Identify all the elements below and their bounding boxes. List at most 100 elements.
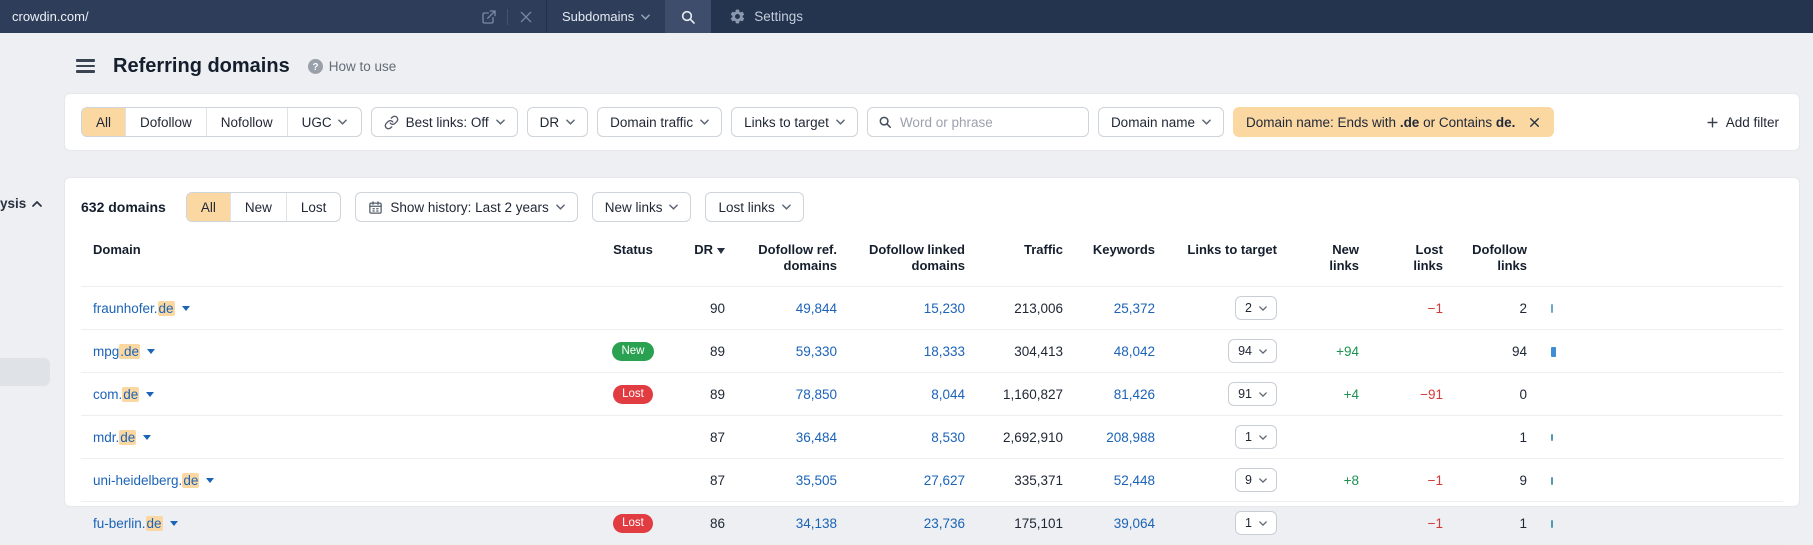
status-badge: Lost [613, 513, 653, 533]
dr-filter-dropdown[interactable]: DR [526, 107, 589, 137]
col-dofollow-ref-domains[interactable]: Dofollow ref. domains [737, 236, 849, 287]
domain-link[interactable]: fraunhofer.de [93, 300, 175, 316]
show-history-dropdown[interactable]: Show history: Last 2 years [355, 192, 578, 222]
domain-traffic-filter-dropdown[interactable]: Domain traffic [597, 107, 723, 137]
links-to-target-select[interactable]: 1 [1235, 425, 1277, 449]
col-traffic[interactable]: Traffic [977, 236, 1075, 287]
table-row: fraunhofer.de 90 49,844 15,230 213,006 25,372… [81, 287, 1783, 330]
chevron-down-icon [1259, 305, 1267, 311]
keywords-value[interactable]: 39,064 [1075, 502, 1167, 545]
new-links-value [1289, 502, 1371, 545]
target-url-box [0, 0, 546, 33]
table-row: uni-heidelberg.de 87 35,505 27,627 335,371 52… [81, 459, 1783, 502]
add-filter-button[interactable]: Add filter [1706, 115, 1783, 130]
dofollow-ref-domains-value[interactable]: 78,850 [737, 373, 849, 416]
new-links-value: +8 [1343, 472, 1359, 488]
tab-nofollow[interactable]: Nofollow [205, 108, 287, 136]
domain-dropdown-caret[interactable] [169, 520, 178, 526]
domain-name-filter-dropdown[interactable]: Domain name [1097, 107, 1224, 137]
dofollow-links-value: 1 [1519, 429, 1527, 445]
keywords-value[interactable]: 52,448 [1075, 459, 1167, 502]
domain-dropdown-caret[interactable] [147, 348, 156, 354]
dr-filter-label: DR [539, 114, 560, 130]
dofollow-ref-domains-value[interactable]: 36,484 [737, 416, 849, 459]
referring-domains-panel: 632 domains All New Lost Show history: L… [64, 177, 1800, 545]
active-filter-chip: Domain name: Ends with .de or Contains d… [1232, 107, 1555, 137]
best-links-label: Best links: Off [405, 114, 489, 130]
tab-ugc[interactable]: UGC [286, 108, 361, 136]
sidebar-item-partial[interactable]: ysis [0, 196, 43, 211]
dofollow-linked-domains-value[interactable]: 27,627 [849, 459, 977, 502]
lost-links-dropdown[interactable]: Lost links [705, 192, 804, 222]
settings-button[interactable]: Settings [729, 0, 803, 33]
word-search-input[interactable] [899, 114, 1078, 130]
keywords-value[interactable]: 48,042 [1075, 330, 1167, 373]
col-dr[interactable]: DR [675, 236, 737, 287]
links-history-bar [1551, 519, 1553, 528]
domain-dropdown-caret[interactable] [143, 434, 152, 440]
links-to-target-select[interactable]: 91 [1228, 382, 1277, 406]
links-to-target-select[interactable]: 94 [1228, 339, 1277, 363]
divider [507, 8, 508, 25]
dofollow-linked-domains-value[interactable]: 18,333 [849, 330, 977, 373]
lost-links-value: −1 [1427, 300, 1443, 316]
chevron-down-icon [1259, 520, 1267, 526]
menu-icon[interactable] [76, 59, 95, 73]
keywords-value[interactable]: 25,372 [1075, 287, 1167, 330]
domain-dropdown-caret[interactable] [181, 305, 190, 311]
sidebar-partial-chip[interactable] [0, 358, 50, 386]
chevron-down-icon [1259, 348, 1267, 354]
links-to-target-select[interactable]: 9 [1235, 468, 1277, 492]
col-dofollow-linked-domains[interactable]: Dofollow linked domains [849, 236, 977, 287]
dofollow-ref-domains-value[interactable]: 35,505 [737, 459, 849, 502]
tab-all-links[interactable]: All [82, 108, 126, 136]
dofollow-ref-domains-value[interactable]: 59,330 [737, 330, 849, 373]
dofollow-linked-domains-value[interactable]: 8,044 [849, 373, 977, 416]
lost-links-value [1371, 330, 1455, 373]
target-url-input[interactable] [12, 9, 471, 24]
lost-links-value: −1 [1427, 515, 1443, 531]
dofollow-linked-domains-value[interactable]: 23,736 [849, 502, 977, 545]
col-lost-links[interactable]: Lost links [1371, 236, 1455, 287]
domain-link[interactable]: com.de [93, 386, 140, 402]
new-links-dropdown[interactable]: New links [591, 192, 692, 222]
tab-status-new[interactable]: New [229, 193, 286, 221]
dofollow-ref-domains-value[interactable]: 49,844 [737, 287, 849, 330]
remove-filter-button[interactable] [1515, 107, 1554, 137]
domain-link[interactable]: uni-heidelberg.de [93, 472, 200, 488]
keywords-value[interactable]: 81,426 [1075, 373, 1167, 416]
keywords-value[interactable]: 208,988 [1075, 416, 1167, 459]
links-to-target-filter-dropdown[interactable]: Links to target [731, 107, 858, 137]
scope-mode-dropdown[interactable]: Subdomains [546, 0, 666, 33]
clear-url-icon[interactable] [518, 9, 534, 25]
dofollow-linked-domains-value[interactable]: 15,230 [849, 287, 977, 330]
tab-dofollow[interactable]: Dofollow [125, 108, 206, 136]
dofollow-ref-domains-value[interactable]: 34,138 [737, 502, 849, 545]
search-button[interactable] [665, 0, 712, 33]
links-history-bar [1551, 476, 1553, 485]
col-keywords[interactable]: Keywords [1075, 236, 1167, 287]
col-status: Status [613, 242, 653, 257]
col-spark [1539, 236, 1585, 287]
tab-status-lost[interactable]: Lost [285, 193, 341, 221]
dofollow-linked-domains-value[interactable]: 8,530 [849, 416, 977, 459]
domain-link[interactable]: mpg.de [93, 343, 141, 359]
tab-status-all[interactable]: All [186, 193, 230, 221]
links-to-target-select[interactable]: 1 [1235, 511, 1277, 535]
domain-dropdown-caret[interactable] [206, 477, 215, 483]
topbar: Subdomains Settings [0, 0, 1813, 33]
col-links-to-target[interactable]: Links to target [1167, 236, 1289, 287]
dofollow-links-value: 9 [1519, 472, 1527, 488]
best-links-dropdown[interactable]: Best links: Off [370, 107, 518, 137]
domain-link[interactable]: fu-berlin.de [93, 515, 163, 531]
col-new-links[interactable]: New links [1289, 236, 1371, 287]
how-to-use-link[interactable]: ? How to use [307, 58, 396, 74]
links-to-target-select[interactable]: 2 [1235, 296, 1277, 320]
domain-link[interactable]: mdr.de [93, 429, 137, 445]
chevron-down-icon [781, 204, 791, 210]
dr-value: 89 [709, 386, 725, 402]
col-dofollow-links[interactable]: Dofollow links [1455, 236, 1539, 287]
external-link-icon[interactable] [481, 9, 497, 25]
domain-dropdown-caret[interactable] [146, 391, 155, 397]
dofollow-links-value: 2 [1519, 300, 1527, 316]
